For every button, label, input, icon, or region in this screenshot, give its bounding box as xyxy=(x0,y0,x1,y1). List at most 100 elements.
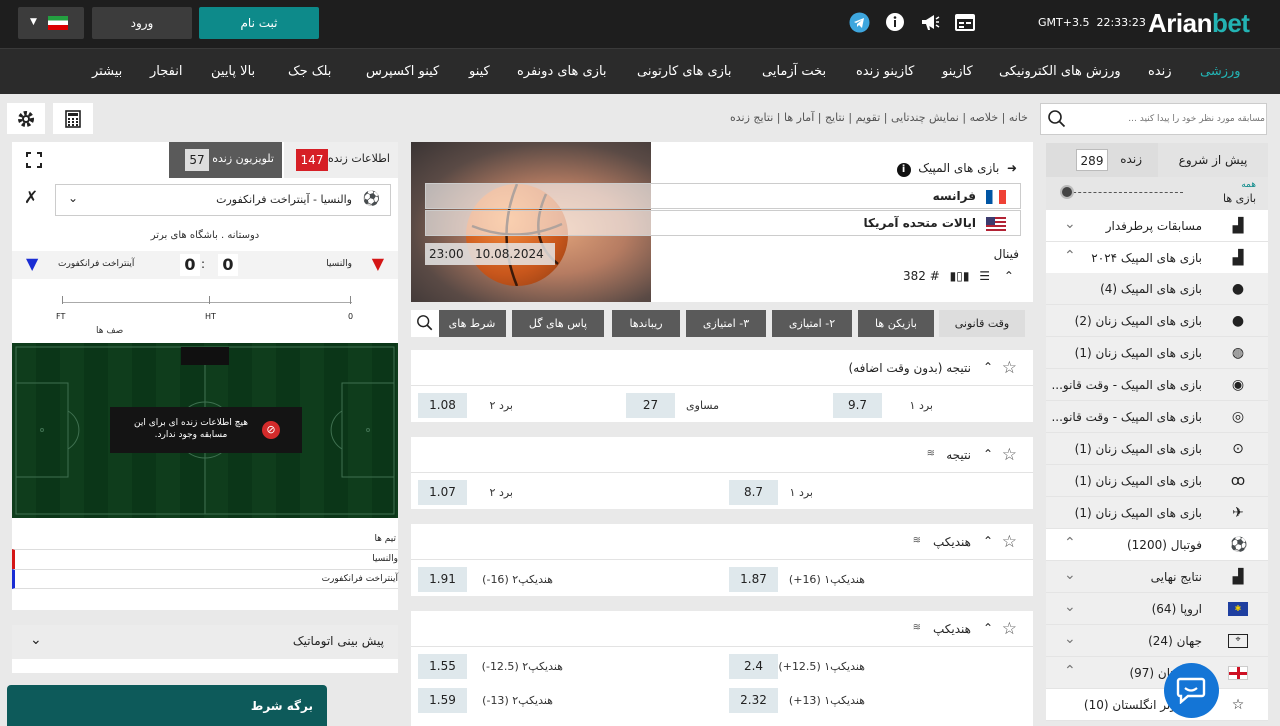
star-icon[interactable]: ☆ xyxy=(1002,532,1017,552)
chevron-up-icon[interactable]: ⌃ xyxy=(983,621,993,635)
calendar-icon[interactable] xyxy=(955,12,975,32)
nav-item-crash[interactable]: انفجار xyxy=(150,49,182,95)
unpin-icon[interactable]: ✗ xyxy=(24,188,38,208)
settings-button[interactable] xyxy=(7,103,45,134)
odd-button[interactable]: 2.4 xyxy=(729,654,778,679)
sidebar-item-europe[interactable]: ✱ اروپا (64) ⌄ xyxy=(1046,593,1268,625)
sidebar-item-olympics-women-athletics[interactable]: ✈ بازی های المپیک زنان (1) xyxy=(1046,497,1268,529)
megaphone-icon[interactable] xyxy=(920,12,940,32)
sidebar-item-olympics-women-cycling[interactable]: ꝏ بازی های المپیک زنان (1) xyxy=(1046,465,1268,497)
tab-prematch[interactable]: پیش از شروع xyxy=(1158,143,1268,177)
star-icon[interactable]: ☆ xyxy=(1002,358,1017,378)
odd-button[interactable]: 27 xyxy=(626,393,675,418)
odd-button[interactable]: 1.08 xyxy=(418,393,467,418)
sidebar-item-olympics-women-weightlifting[interactable]: ⊙ بازی های المپیک زنان (1) xyxy=(1046,433,1268,465)
login-button[interactable]: ورود xyxy=(92,7,192,39)
tab-players[interactable]: بازیکن ها xyxy=(858,310,934,337)
nav-item-live[interactable]: زنده xyxy=(1148,49,1172,95)
team2-row[interactable]: ایالات متحده آمریکا xyxy=(425,210,1021,236)
nav-item-keno-express[interactable]: کینو اکسپرس xyxy=(366,49,439,95)
sidebar-item-final-results[interactable]: ▟ نتایج نهایی ⌄ xyxy=(1046,561,1268,593)
chevron-up-icon[interactable]: ⌃ xyxy=(983,447,993,461)
tab-2-points[interactable]: ۲- امتیازی xyxy=(772,310,852,337)
filter-slider[interactable] xyxy=(1068,192,1183,193)
info-icon[interactable]: i xyxy=(896,163,911,177)
nav-item-keno[interactable]: کینو xyxy=(469,49,490,95)
odd-button[interactable]: 2.32 xyxy=(729,688,778,713)
filter-slider-handle[interactable] xyxy=(1060,185,1074,199)
chat-button[interactable] xyxy=(1164,663,1219,718)
list-icon[interactable]: ☰ xyxy=(979,269,990,283)
search-icon[interactable] xyxy=(1047,109,1067,129)
brand-logo[interactable]: Arianbet xyxy=(1148,9,1250,37)
filter-games[interactable]: بازی ها xyxy=(1223,192,1256,205)
search-input[interactable] xyxy=(1071,104,1265,134)
star-icon[interactable]: ☆ xyxy=(1002,619,1017,639)
betslip-button[interactable]: برگه شرط xyxy=(7,685,327,726)
odd-button[interactable]: 1.59 xyxy=(418,688,467,713)
sidebar-item-olympics-women-basketball[interactable]: ● بازی های المپیک زنان (2) xyxy=(1046,305,1268,337)
breadcrumb-home[interactable]: خانه xyxy=(1009,111,1028,124)
sidebar-item-football[interactable]: ⚽ فوتبال (1200) ⌃ xyxy=(1046,529,1268,561)
nav-item-more[interactable]: بیشتر xyxy=(92,49,122,95)
sidebar-item-popular[interactable]: ▟ مسابقات پرطرفدار ⌄ xyxy=(1046,210,1268,242)
tab-rebounds[interactable]: ریباندها xyxy=(612,310,680,337)
auto-predict-panel[interactable]: پیش بینی اتوماتیک ⌄ xyxy=(12,625,398,673)
breadcrumb-live-results[interactable]: نتایج زنده xyxy=(730,111,773,124)
breadcrumb-results[interactable]: نتایج xyxy=(825,111,845,124)
tab-bets[interactable]: شرط های xyxy=(438,310,506,337)
language-selector[interactable]: ▼ xyxy=(18,7,84,39)
tab-label: ریباندها xyxy=(629,317,663,330)
tab-search-button[interactable] xyxy=(411,310,439,337)
tab-3-points[interactable]: ۳- امتیازی xyxy=(686,310,766,337)
fullscreen-icon[interactable] xyxy=(26,152,42,168)
nav-item-esports[interactable]: ورزش های الکترونیکی xyxy=(999,49,1121,95)
filter-all[interactable]: همه xyxy=(1241,180,1256,190)
tab-live[interactable]: زنده 289 xyxy=(1046,143,1158,177)
odd-button[interactable]: 1.91 xyxy=(418,567,467,592)
tab-assists[interactable]: پاس های گل xyxy=(512,310,604,337)
breadcrumb-summary[interactable]: خلاصه xyxy=(970,111,999,124)
stats-icon[interactable]: ▮▯▮ xyxy=(950,269,970,283)
sidebar-item-world[interactable]: ⌖ جهان (24) ⌄ xyxy=(1046,625,1268,657)
odd-button[interactable]: 1.07 xyxy=(418,480,467,505)
odd-button[interactable]: 9.7 xyxy=(833,393,882,418)
nav-item-casino[interactable]: کازینو xyxy=(942,49,973,95)
sidebar-item-england[interactable]: انگلستان (97)⌃ xyxy=(1046,657,1268,689)
sidebar-item-olympics-women-volleyball[interactable]: ◍ بازی های المپیک زنان (1) xyxy=(1046,337,1268,369)
sidebar-item-olympics-2024[interactable]: ▟ بازی های المپیک ۲۰۲۴ ⌃ xyxy=(1046,242,1268,274)
chevron-up-icon[interactable]: ⌃ xyxy=(1004,269,1014,283)
odd-label: هندیکپ۲ (12.5-) xyxy=(481,660,563,673)
nav-item-lottery[interactable]: بخت آزمایی xyxy=(762,49,826,95)
tab-live-info[interactable]: اطلاعات زنده 147 xyxy=(284,142,398,178)
breadcrumb-stats[interactable]: آمار ها xyxy=(784,111,814,124)
telegram-icon[interactable] xyxy=(849,12,870,33)
sidebar-item-olympics-handball[interactable]: ◉ بازی های المپیک - وقت قانو... xyxy=(1046,369,1268,401)
tab-regular-time[interactable]: وقت قانونی xyxy=(939,310,1025,337)
sidebar-item-premier-league[interactable]: ☆ لیگ برتر انگلستان (10) xyxy=(1046,689,1268,721)
chevron-up-icon[interactable]: ⌃ xyxy=(983,534,993,548)
team1-row[interactable]: فرانسه xyxy=(425,183,1021,209)
tab-live-tv[interactable]: تلویزیون زنده 57 xyxy=(169,142,282,178)
nav-item-blackjack[interactable]: بلک جک xyxy=(288,49,331,95)
nav-item-two-player[interactable]: بازی های دونفره xyxy=(517,49,607,95)
odd-button[interactable]: 1.87 xyxy=(729,567,778,592)
market-header[interactable] xyxy=(411,437,1033,473)
nav-item-live-casino[interactable]: کازینو زنده xyxy=(856,49,914,95)
nav-item-hilo[interactable]: بالا پایین xyxy=(211,49,255,95)
nav-item-cartoon-games[interactable]: بازی های کارتونی xyxy=(637,49,732,95)
star-icon[interactable]: ☆ xyxy=(1002,445,1017,465)
sidebar-item-olympics-basketball[interactable]: ● بازی های المپیک (4) xyxy=(1046,273,1268,305)
match-select[interactable]: ⚽ والنسیا - آینتراخت فرانکفورت ⌄ xyxy=(55,184,391,216)
sidebar-item-olympics-waterpolo[interactable]: ◎ بازی های المپیک - وقت قانو... xyxy=(1046,401,1268,433)
register-button[interactable]: ثبت نام xyxy=(199,7,319,39)
breadcrumb-multiview[interactable]: نمایش چندتایی xyxy=(891,111,959,124)
info-icon[interactable] xyxy=(885,12,905,32)
event-title-row[interactable]: ➜ بازی های المپیک i xyxy=(896,161,1017,177)
breadcrumb-calendar[interactable]: تقویم xyxy=(856,111,881,124)
chevron-up-icon[interactable]: ⌃ xyxy=(983,360,993,374)
odd-button[interactable]: 1.55 xyxy=(418,654,467,679)
nav-item-sports[interactable]: ورزشی xyxy=(1200,49,1241,95)
calculator-button[interactable] xyxy=(53,103,93,134)
odd-button[interactable]: 8.7 xyxy=(729,480,778,505)
